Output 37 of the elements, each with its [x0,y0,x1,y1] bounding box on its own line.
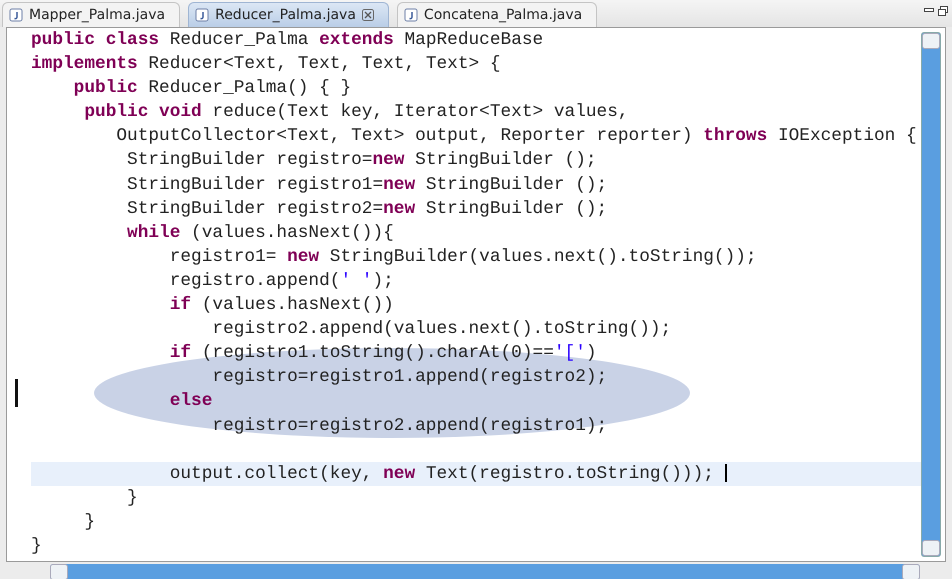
code-line: else [168,390,214,414]
code-line: } [31,534,43,558]
close-icon[interactable] [362,9,374,21]
vertical-scrollbar[interactable] [921,32,941,557]
editor-tab[interactable]: Reducer_Palma.java [188,2,389,27]
minimize-icon[interactable] [924,6,934,14]
code-line: } [83,510,96,534]
code-line: registro=registro1.append(registro2); [211,366,608,390]
code-line: implements Reducer<Text, Text, Text, Text> { [31,53,502,76]
code-line: public Reducer_Palma() { } [72,77,352,100]
java-file-icon [9,8,23,22]
scroll-down-button[interactable] [922,540,940,556]
java-file-icon [404,8,418,22]
java-file-icon [195,8,210,22]
code-line: if (registro1.toString().charAt(0)=='[') [168,342,598,366]
scroll-up-button[interactable] [922,33,940,49]
maximize-icon[interactable] [938,6,948,16]
code-line: registro.append(' '); [168,270,395,293]
code-line: OutputCollector<Text, Text> output, Reporter reporter) throws IOException { [115,125,918,148]
scroll-left-button[interactable] [50,564,68,579]
code-line: registro1= new StringBuilder(values.next().toString()); [168,246,758,269]
scroll-right-button[interactable] [902,564,920,579]
editor-tab[interactable]: Concatena_Palma.java [396,2,598,27]
code-line: registro=registro2.append(registro1); [211,414,608,438]
horizontal-scrollbar[interactable] [50,564,920,579]
code-line: while (values.hasNext()){ [126,222,395,245]
code-line: StringBuilder registro=new StringBuilder (); [126,149,598,172]
code-line: StringBuilder registro2=new StringBuilder (); [126,198,608,221]
code-line: public void reduce(Text key, Iterator<Text> values, [83,101,630,124]
text-cursor [724,464,727,482]
code-line: } [126,486,139,510]
code-line: if (values.hasNext()) [168,294,395,318]
code-line: registro2.append(values.next().toString()); [211,318,672,342]
code-line: StringBuilder registro1=new StringBuilder (); [126,174,608,197]
editor-tab[interactable]: Mapper_Palma.java [2,2,180,27]
code-line: public class Reducer_Palma extends MapReduceBase [31,29,544,52]
code-editor[interactable] [6,27,946,562]
